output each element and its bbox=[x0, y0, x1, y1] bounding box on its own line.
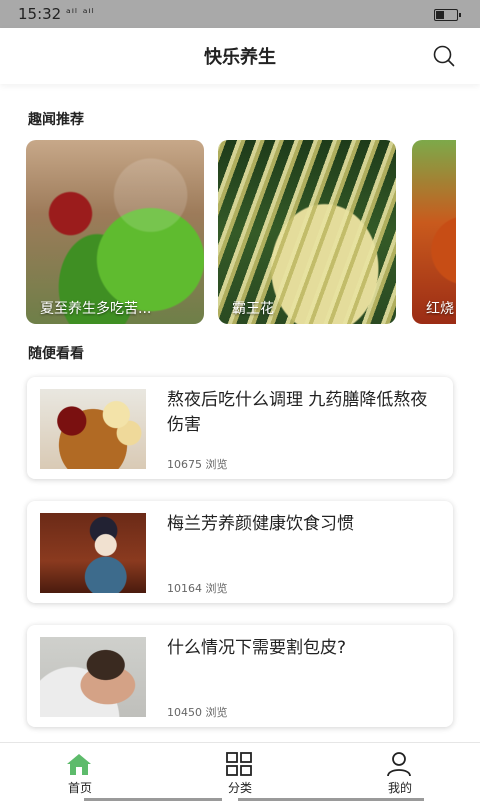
featured-card-label: 红烧 bbox=[426, 301, 454, 317]
article-thumbnail bbox=[40, 513, 146, 593]
article-card[interactable]: 熬夜后吃什么调理 九药膳降低熬夜伤害 10675 浏览 bbox=[27, 377, 453, 479]
status-time: 15:32 bbox=[18, 5, 62, 23]
article-title: 熬夜后吃什么调理 九药膳降低熬夜伤害 bbox=[167, 390, 428, 435]
status-bar: 15:32 ᵃᴵˡ ᵃᴵˡ bbox=[0, 0, 480, 28]
article-card[interactable]: 什么情况下需要割包皮? 10450 浏览 bbox=[27, 625, 453, 727]
app-header: 快乐养生 bbox=[0, 28, 480, 84]
featured-card[interactable]: 红烧 bbox=[412, 140, 456, 324]
grid-icon bbox=[226, 752, 252, 776]
article-views: 10675 浏览 bbox=[167, 458, 228, 471]
featured-card-label: 夏至养生多吃苦... bbox=[40, 301, 152, 317]
featured-carousel[interactable]: 夏至养生多吃苦... 霸王花 红烧 bbox=[26, 140, 456, 324]
featured-card-label: 霸王花 bbox=[232, 301, 274, 317]
user-icon bbox=[387, 752, 411, 777]
home-icon bbox=[67, 754, 91, 775]
article-title: 梅兰芳养颜健康饮食习惯 bbox=[167, 514, 354, 534]
article-card[interactable]: 梅兰芳养颜健康饮食习惯 10164 浏览 bbox=[27, 501, 453, 603]
browse-section-title: 随便看看 bbox=[28, 346, 84, 362]
article-views: 10450 浏览 bbox=[167, 706, 228, 719]
featured-section-title: 趣闻推荐 bbox=[28, 112, 84, 128]
search-icon[interactable] bbox=[432, 44, 456, 68]
article-views: 10164 浏览 bbox=[167, 582, 228, 595]
tab-category[interactable]: 分类 bbox=[160, 743, 320, 801]
tab-mine-label: 我的 bbox=[387, 781, 412, 795]
tab-category-label: 分类 bbox=[227, 781, 252, 795]
featured-card[interactable]: 夏至养生多吃苦... bbox=[26, 140, 204, 324]
article-thumbnail bbox=[40, 637, 146, 717]
featured-card[interactable]: 霸王花 bbox=[218, 140, 396, 324]
tab-home-label: 首页 bbox=[67, 781, 92, 795]
signal-icon: ᵃᴵˡ ᵃᴵˡ bbox=[66, 6, 95, 20]
article-thumbnail bbox=[40, 389, 146, 469]
article-title: 什么情况下需要割包皮? bbox=[167, 638, 347, 658]
tab-mine[interactable]: 我的 bbox=[320, 743, 480, 801]
tab-home[interactable]: 首页 bbox=[0, 743, 160, 801]
battery-icon bbox=[434, 9, 461, 21]
page-title: 快乐养生 bbox=[204, 47, 276, 68]
bottom-tab-bar: 首页 分类 我的 bbox=[0, 742, 480, 801]
